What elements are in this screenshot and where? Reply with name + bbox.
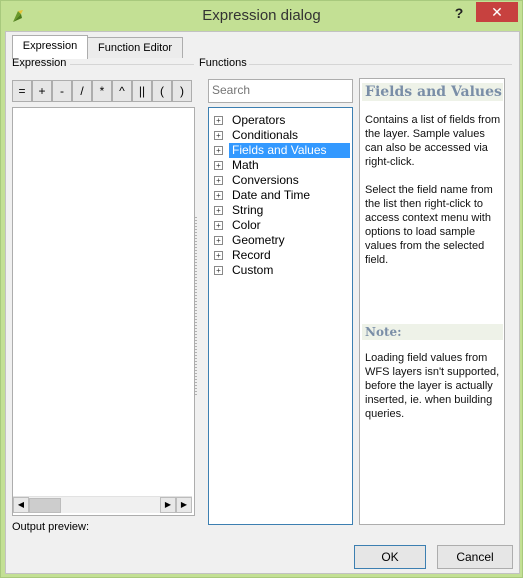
- operator-concat-button[interactable]: ||: [132, 80, 152, 102]
- help-heading: Fields and Values: [362, 83, 503, 101]
- operator-multiply-button[interactable]: *: [92, 80, 112, 102]
- expand-icon[interactable]: +: [214, 191, 223, 200]
- tree-item-fields-and-values[interactable]: + Fields and Values: [209, 143, 352, 158]
- scroll-right-arrow-icon[interactable]: ▶: [160, 497, 176, 513]
- expand-icon[interactable]: +: [214, 116, 223, 125]
- scroll-right-arrow-icon-2[interactable]: ▶: [176, 497, 192, 513]
- scrollbar-thumb[interactable]: [29, 498, 61, 513]
- scroll-left-arrow-icon[interactable]: ◀: [13, 497, 29, 513]
- expression-dialog-window: Expression dialog ? ✕ Expression Functio…: [0, 0, 523, 578]
- tree-item-color[interactable]: + Color: [209, 218, 352, 233]
- tree-item-operators[interactable]: + Operators: [209, 113, 352, 128]
- note-text: Loading field values from WFS layers isn…: [365, 352, 500, 420]
- expression-group-divider: [70, 64, 194, 65]
- operator-power-button[interactable]: ^: [112, 80, 132, 102]
- operator-open-paren-button[interactable]: (: [152, 80, 172, 102]
- expand-icon[interactable]: +: [214, 146, 223, 155]
- tree-item-math[interactable]: + Math: [209, 158, 352, 173]
- function-tree[interactable]: + Operators + Conditionals + Fields and Val…: [208, 107, 353, 525]
- operator-plus-button[interactable]: +: [32, 80, 52, 102]
- function-search-field[interactable]: [208, 79, 353, 103]
- help-paragraph-2: Select the field name from the list then…: [365, 184, 493, 266]
- window-title: Expression dialog: [202, 7, 321, 24]
- close-button[interactable]: ✕: [476, 2, 518, 22]
- expand-icon[interactable]: +: [214, 131, 223, 140]
- expand-icon[interactable]: +: [214, 176, 223, 185]
- search-input[interactable]: [209, 80, 350, 100]
- function-help-panel: Fields and Values Contains a list of fie…: [359, 78, 505, 525]
- tree-item-conversions[interactable]: + Conversions: [209, 173, 352, 188]
- operator-divide-button[interactable]: /: [72, 80, 92, 102]
- operator-minus-button[interactable]: -: [52, 80, 72, 102]
- tree-item-date-and-time[interactable]: + Date and Time: [209, 188, 352, 203]
- expand-icon[interactable]: +: [214, 221, 223, 230]
- expand-icon[interactable]: +: [214, 161, 223, 170]
- operator-close-paren-button[interactable]: ): [172, 80, 192, 102]
- splitter-handle[interactable]: [195, 217, 197, 397]
- tree-item-string[interactable]: + String: [209, 203, 352, 218]
- help-paragraph-1: Contains a list of fields from the layer…: [365, 114, 501, 168]
- functions-group-label: Functions: [199, 57, 247, 69]
- output-preview-label: Output preview:: [12, 521, 90, 533]
- expression-group-label: Expression: [12, 57, 67, 69]
- dialog-body: Expression Function Editor Expression Fu…: [5, 31, 520, 574]
- title-bar[interactable]: Expression dialog ? ✕: [1, 1, 522, 31]
- functions-group-divider: [249, 64, 512, 65]
- expression-editor[interactable]: [12, 107, 195, 516]
- tree-item-record[interactable]: + Record: [209, 248, 352, 263]
- note-heading: Note:: [362, 324, 503, 340]
- expand-icon[interactable]: +: [214, 236, 223, 245]
- expand-icon[interactable]: +: [214, 206, 223, 215]
- ok-button[interactable]: OK: [354, 545, 426, 569]
- cancel-button[interactable]: Cancel: [437, 545, 513, 569]
- operator-equals-button[interactable]: =: [12, 80, 32, 102]
- tree-item-custom[interactable]: + Custom: [209, 263, 352, 278]
- expand-icon[interactable]: +: [214, 251, 223, 260]
- help-button[interactable]: ?: [449, 3, 469, 23]
- tree-item-geometry[interactable]: + Geometry: [209, 233, 352, 248]
- tab-expression[interactable]: Expression: [12, 35, 88, 59]
- expand-icon[interactable]: +: [214, 266, 223, 275]
- tab-function-editor[interactable]: Function Editor: [87, 37, 183, 58]
- tree-item-conditionals[interactable]: + Conditionals: [209, 128, 352, 143]
- editor-horizontal-scrollbar[interactable]: ◀ ▶ ▶: [13, 496, 192, 513]
